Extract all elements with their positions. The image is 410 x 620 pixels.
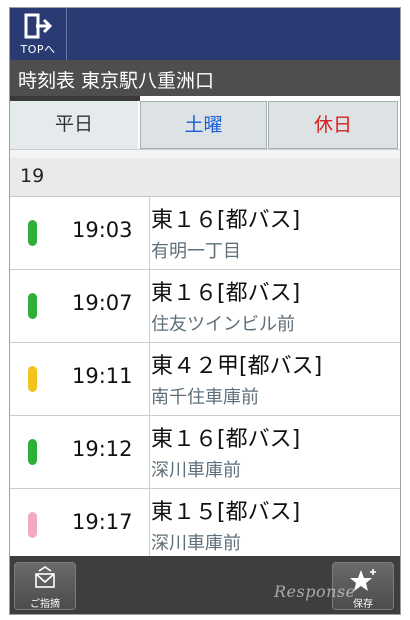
departure-row[interactable]: 19:07 東１６[都バス] 住友ツインビル前 xyxy=(10,270,400,343)
route-name: 東４２甲[都バス] xyxy=(151,354,323,379)
departure-time: 19:12 xyxy=(72,437,133,461)
day-tabs: 平日 土曜 休日 xyxy=(10,96,400,159)
tab-weekday[interactable]: 平日 xyxy=(10,101,138,149)
status-indicator xyxy=(28,366,37,392)
column-divider xyxy=(149,416,150,488)
route-name: 東１５[都バス] xyxy=(151,500,301,525)
destination: 南千住車庫前 xyxy=(151,387,259,408)
departure-time: 19:17 xyxy=(72,510,133,534)
hour-header: 19 xyxy=(10,158,400,197)
column-divider xyxy=(149,270,150,342)
feedback-label: ご指摘 xyxy=(30,599,60,610)
departure-time: 19:03 xyxy=(72,218,133,242)
departure-row[interactable]: 19:17 東１５[都バス] 深川車庫前 xyxy=(10,489,400,556)
route-name: 東１６[都バス] xyxy=(151,281,301,306)
departure-row[interactable]: 19:11 東４２甲[都バス] 南千住車庫前 xyxy=(10,343,400,416)
app-screen: TOPへ 時刻表 東京駅八重洲口 平日 土曜 休日 19 19:03 東１６[都… xyxy=(9,7,401,615)
status-indicator xyxy=(28,512,37,538)
top-button[interactable]: TOPへ xyxy=(10,8,67,60)
departure-row[interactable]: 19:12 東１６[都バス] 深川車庫前 xyxy=(10,416,400,489)
watermark-text: Response xyxy=(274,582,356,601)
status-indicator xyxy=(28,220,37,246)
destination: 深川車庫前 xyxy=(151,533,241,554)
destination: 有明一丁目 xyxy=(151,241,241,262)
departure-time: 19:11 xyxy=(72,364,133,388)
column-divider xyxy=(149,489,150,556)
status-indicator xyxy=(28,439,37,465)
destination: 深川車庫前 xyxy=(151,460,241,481)
destination: 住友ツインビル前 xyxy=(151,314,295,335)
title-bar: 時刻表 東京駅八重洲口 xyxy=(10,60,400,96)
departure-time: 19:07 xyxy=(72,291,133,315)
column-divider xyxy=(149,197,150,269)
route-name: 東１６[都バス] xyxy=(151,208,301,233)
departure-list: 19:03 東１６[都バス] 有明一丁目 19:07 東１６[都バス] 住友ツイ… xyxy=(10,197,400,556)
route-name: 東１６[都バス] xyxy=(151,427,301,452)
column-divider xyxy=(149,343,150,415)
departure-row[interactable]: 19:03 東１６[都バス] 有明一丁目 xyxy=(10,197,400,270)
exit-icon xyxy=(24,13,52,39)
mail-icon xyxy=(35,566,55,588)
feedback-button[interactable]: ご指摘 xyxy=(14,562,76,610)
top-bar: TOPへ xyxy=(10,8,400,60)
page-title: 時刻表 東京駅八重洲口 xyxy=(18,70,215,92)
hour-label: 19 xyxy=(20,165,45,187)
status-indicator xyxy=(28,293,37,319)
tab-saturday[interactable]: 土曜 xyxy=(140,101,267,149)
top-label: TOPへ xyxy=(20,43,56,56)
tab-holiday[interactable]: 休日 xyxy=(268,101,398,149)
